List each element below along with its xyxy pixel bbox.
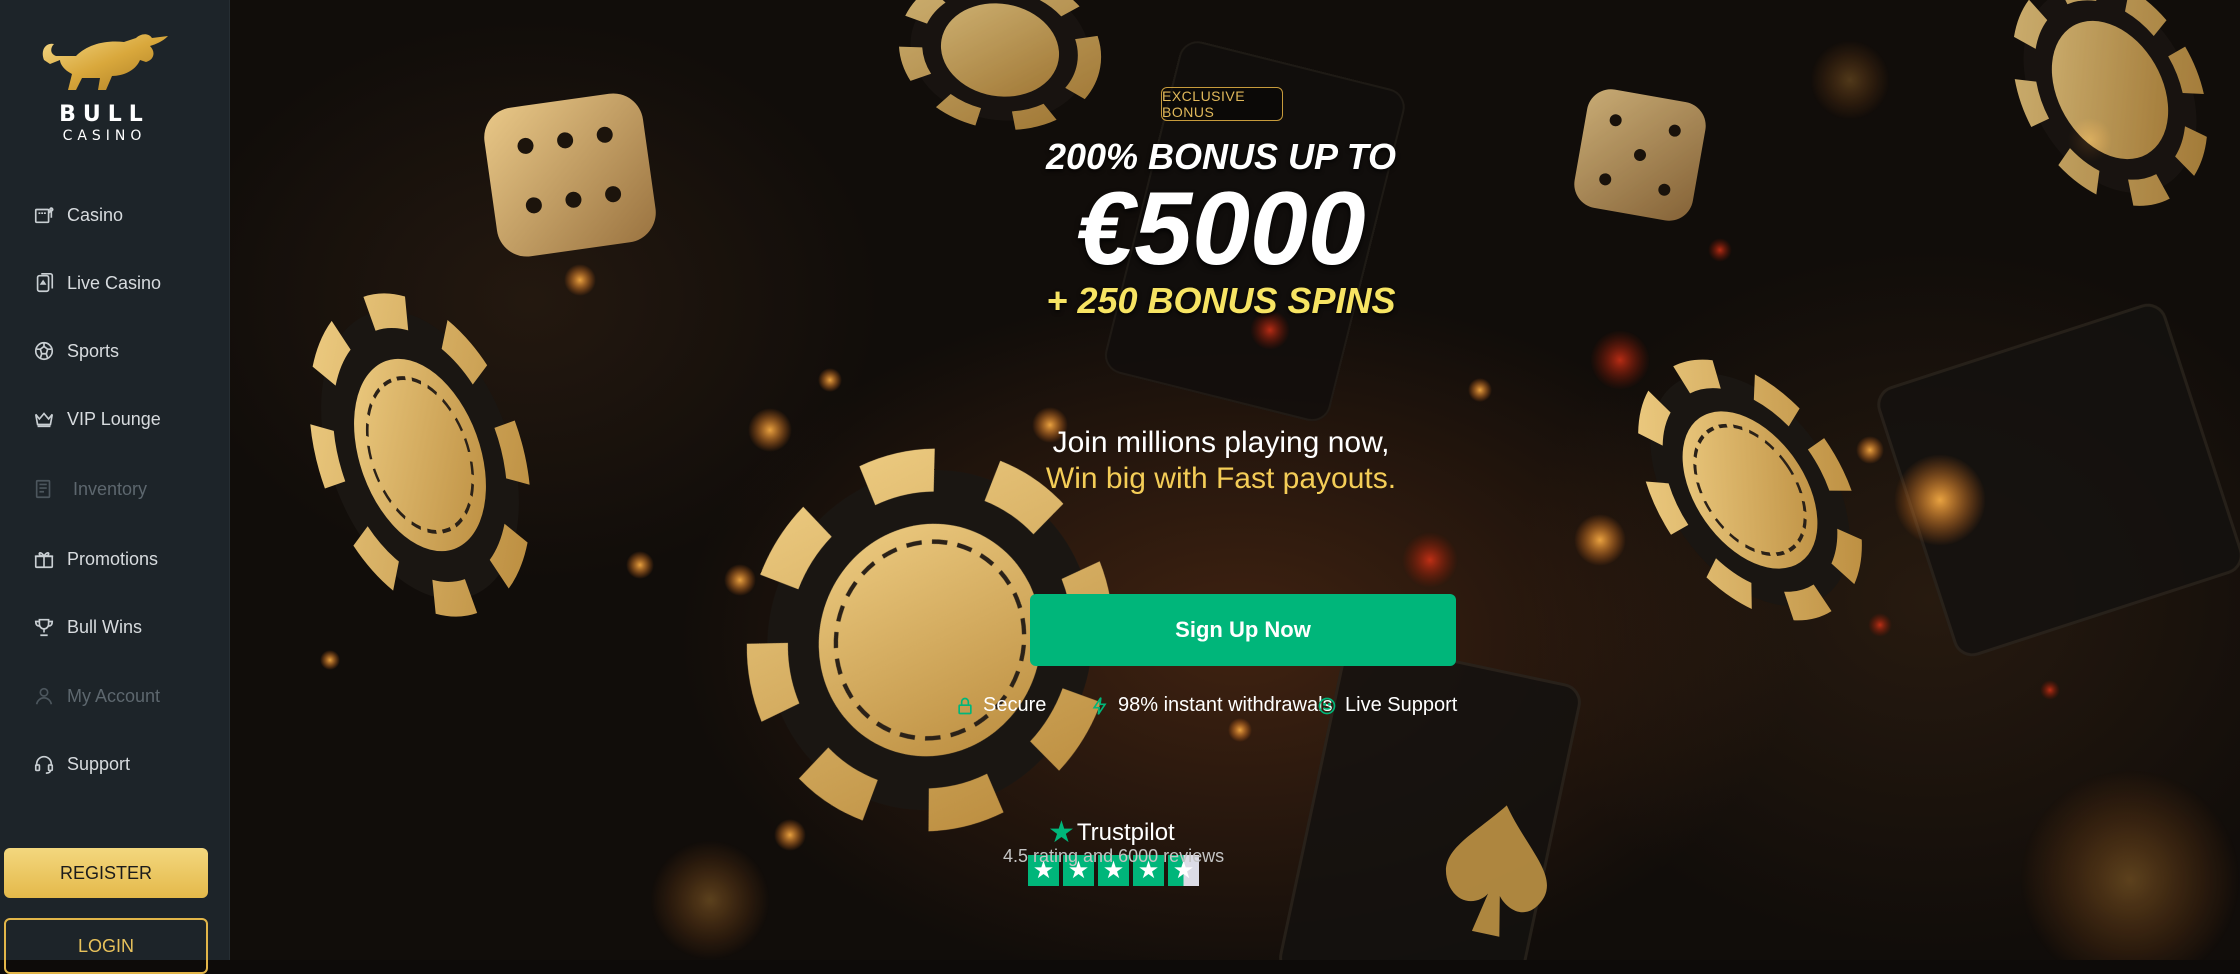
lock-icon: [958, 697, 972, 714]
trustpilot-rating-text: 4.5 rating and 6000 reviews: [1003, 846, 1225, 866]
sidebar-item-my-account: My Account: [33, 679, 213, 713]
sidebar-item-label: Support: [67, 753, 131, 774]
feature-list: Secure 98% instant withdrawals Live Supp…: [955, 694, 1605, 724]
feature-secure: Secure: [955, 694, 1046, 717]
sidebar: BULL CASINO Casino Live Casino Sports VI…: [0, 0, 230, 974]
soccer-ball-icon: [33, 340, 55, 362]
sidebar-item-label: Live Casino: [67, 272, 162, 293]
sidebar-item-vip-lounge[interactable]: VIP Lounge: [33, 402, 213, 436]
feature-label: 98% instant withdrawals: [1118, 694, 1333, 716]
gift-icon: [33, 548, 55, 570]
hero-subline: Join millions playing now,: [1052, 426, 1390, 459]
headset-icon: [33, 753, 55, 775]
sidebar-item-label: Sports: [67, 340, 120, 361]
sidebar-item-bull-wins[interactable]: Bull Wins: [33, 610, 213, 644]
brand-subtitle: CASINO: [62, 128, 147, 144]
login-button[interactable]: LOGIN: [4, 918, 208, 974]
bull-logo-icon: [42, 34, 168, 90]
hero-subline-highlight: Win big with Fast payouts.: [1045, 462, 1397, 495]
cards-icon: [33, 272, 55, 294]
sidebar-item-label: My Account: [67, 685, 161, 706]
feature-label: Secure: [983, 694, 1047, 716]
hero-banner: EXCLUSIVE BONUS 200% BONUS UP TO €5000 +…: [230, 0, 2240, 960]
sidebar-item-sports[interactable]: Sports: [33, 334, 213, 368]
trophy-icon: [33, 616, 55, 638]
sidebar-item-live-casino[interactable]: Live Casino: [33, 266, 213, 300]
feature-label: Live Support: [1345, 694, 1458, 716]
user-icon: [33, 685, 55, 707]
smiley-icon: [1318, 697, 1336, 714]
sidebar-item-casino[interactable]: Casino: [33, 198, 213, 232]
bull-casino-logo[interactable]: BULL CASINO: [0, 30, 229, 150]
feature-withdrawals: 98% instant withdrawals: [1090, 694, 1333, 717]
sidebar-item-label: Promotions: [67, 548, 159, 569]
lightning-icon: [1092, 696, 1107, 715]
brand-name: BULL: [59, 102, 150, 127]
sidebar-item-label: Casino: [67, 204, 124, 225]
sidebar-item-label: VIP Lounge: [67, 408, 161, 429]
slot-machine-icon: [33, 204, 55, 226]
bonus-amount: €5000: [1076, 171, 1366, 287]
sidebar-item-support[interactable]: Support: [33, 747, 213, 781]
bonus-spins: + 250 BONUS SPINS: [1046, 280, 1396, 321]
sidebar-item-label: Bull Wins: [67, 616, 143, 637]
trustpilot-logo: ★ Trustpilot: [1048, 815, 1175, 850]
exclusive-bonus-badge: EXCLUSIVE BONUS: [1161, 87, 1283, 121]
trustpilot-name: Trustpilot: [1076, 818, 1175, 846]
sidebar-item-promotions[interactable]: Promotions: [33, 542, 213, 576]
sidebar-item-label: Inventory: [73, 478, 148, 499]
crown-icon: [33, 408, 55, 430]
trustpilot-star-icon: ★: [1048, 816, 1075, 849]
sign-up-button[interactable]: Sign Up Now: [1030, 594, 1456, 666]
feature-live-support: Live Support: [1317, 694, 1457, 717]
register-button[interactable]: REGISTER: [4, 848, 208, 898]
inventory-icon: [33, 478, 55, 500]
sidebar-item-inventory: Inventory: [33, 472, 213, 506]
